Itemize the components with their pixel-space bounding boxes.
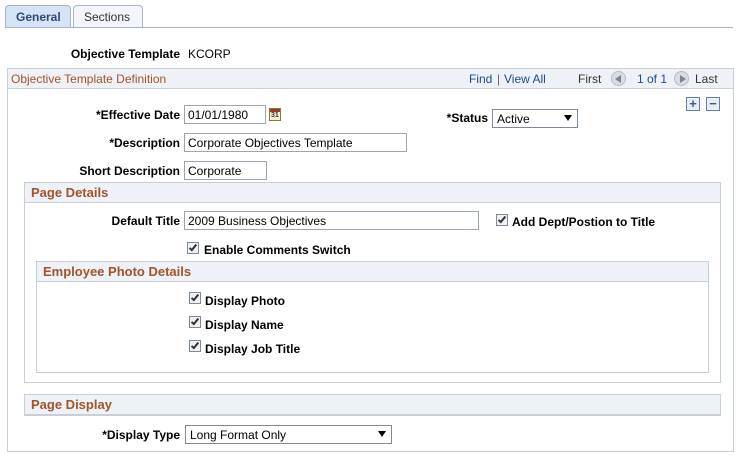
- add-row-icon[interactable]: +: [686, 97, 700, 111]
- display-type-select[interactable]: Long Format Only: [185, 425, 392, 444]
- row-position: 1 of 1: [637, 72, 668, 86]
- tab-divider: [5, 27, 733, 28]
- tab-sections[interactable]: Sections: [73, 5, 143, 28]
- display-photo-label: Display Photo: [205, 294, 286, 308]
- calendar-icon-label: 31: [271, 112, 279, 119]
- effective-date-label: *Effective Date: [95, 108, 180, 122]
- enable-comments-label: Enable Comments Switch: [204, 243, 351, 257]
- page-details-title: Page Details: [31, 185, 109, 200]
- add-dept-label: Add Dept/Postion to Title: [512, 215, 656, 229]
- last-label: Last: [695, 72, 718, 86]
- next-icon[interactable]: [674, 71, 689, 86]
- chevron-down-icon: [564, 115, 572, 121]
- chevron-down-icon: [378, 431, 386, 437]
- photo-details-title: Employee Photo Details: [43, 264, 192, 279]
- display-photo-checkbox[interactable]: [189, 292, 201, 304]
- display-name-checkbox[interactable]: [189, 316, 201, 328]
- first-label: First: [578, 72, 602, 86]
- short-description-input[interactable]: Corporate: [184, 161, 267, 180]
- previous-icon[interactable]: [611, 71, 626, 86]
- objective-template-value: KCORP: [188, 47, 231, 61]
- display-type-label: *Display Type: [102, 428, 180, 442]
- checkmark-icon: [190, 292, 200, 302]
- display-type-value: Long Format Only: [190, 428, 287, 442]
- checkmark-icon: [190, 340, 200, 350]
- checkmark-icon: [190, 316, 200, 326]
- definition-title: Objective Template Definition: [11, 72, 167, 86]
- add-dept-checkbox[interactable]: [496, 214, 508, 226]
- find-link[interactable]: Find: [469, 72, 492, 86]
- default-title-input[interactable]: 2009 Business Objectives: [184, 211, 479, 230]
- tab-sections-label: Sections: [84, 10, 131, 24]
- description-input[interactable]: Corporate Objectives Template: [184, 133, 407, 152]
- short-description-label: Short Description: [79, 164, 180, 178]
- view-all-link[interactable]: View All: [504, 72, 546, 86]
- display-job-title-checkbox[interactable]: [189, 340, 201, 352]
- description-label: *Description: [109, 136, 180, 150]
- calendar-icon[interactable]: 31: [269, 108, 281, 121]
- tab-general-label: General: [16, 10, 61, 24]
- effective-date-input[interactable]: 01/01/1980: [184, 105, 266, 124]
- display-job-title-label: Display Job Title: [205, 342, 301, 356]
- tab-general[interactable]: General: [5, 5, 71, 28]
- status-label: *Status: [446, 111, 488, 125]
- page-display-header: [25, 395, 720, 415]
- default-title-label: Default Title: [111, 214, 180, 228]
- status-value: Active: [497, 112, 530, 126]
- checkmark-icon: [497, 214, 507, 224]
- page-details-header: [25, 183, 720, 203]
- page-display-title: Page Display: [31, 397, 112, 412]
- checkmark-icon: [188, 242, 198, 252]
- display-name-label: Display Name: [205, 318, 284, 332]
- delete-row-icon[interactable]: −: [706, 97, 720, 111]
- enable-comments-checkbox[interactable]: [187, 242, 199, 254]
- status-select[interactable]: Active: [492, 109, 578, 128]
- objective-template-label: Objective Template: [70, 47, 180, 61]
- nav-separator: |: [497, 72, 501, 86]
